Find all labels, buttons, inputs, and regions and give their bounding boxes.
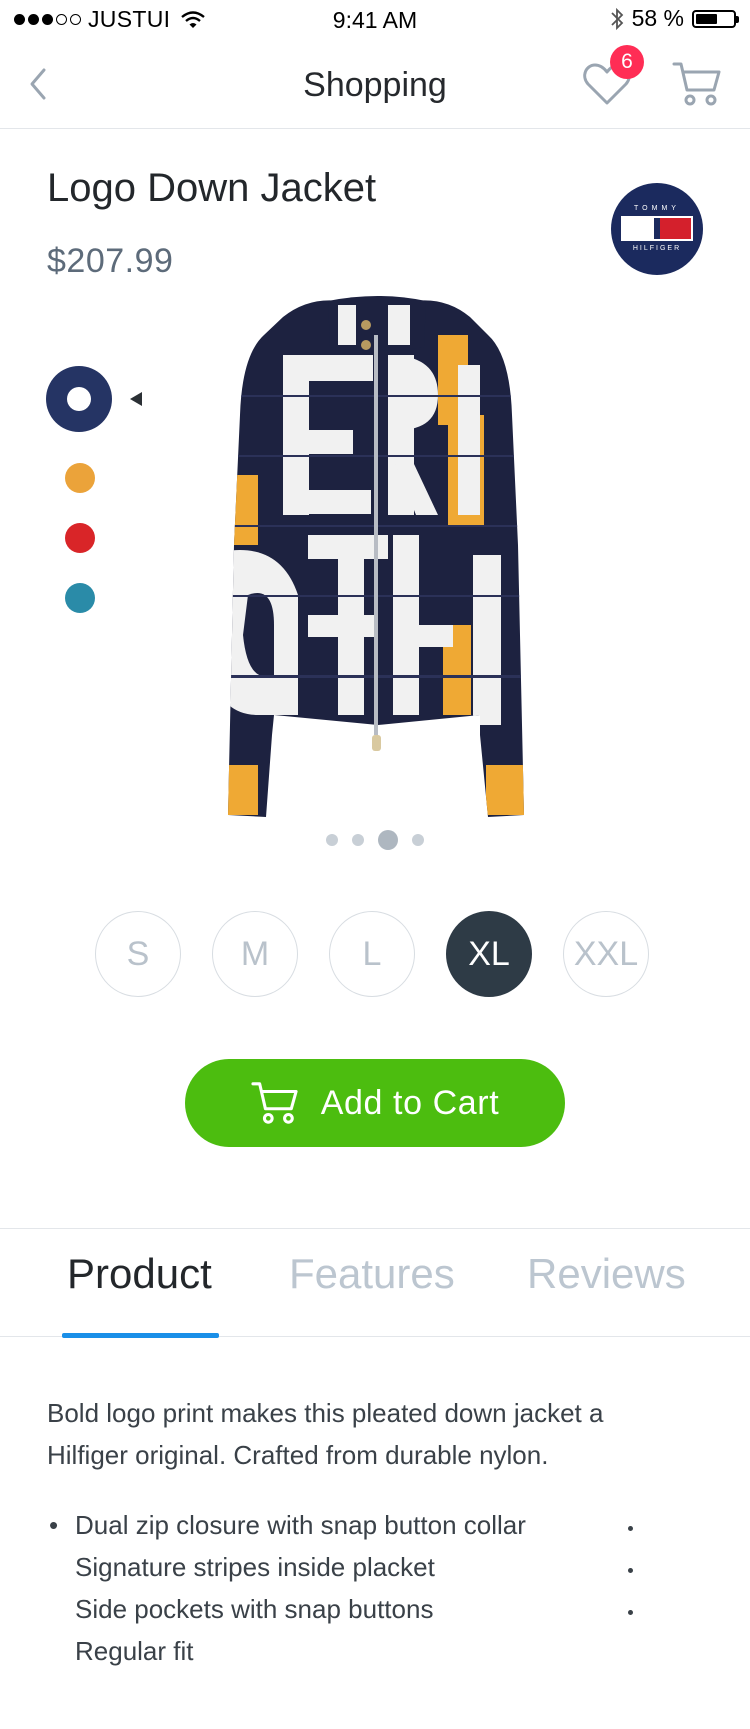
tab-reviews[interactable]: Reviews — [527, 1250, 686, 1298]
add-to-cart-button[interactable]: Add to Cart — [185, 1059, 565, 1147]
feature-list: • Dual zip closure with snap button coll… — [47, 1504, 647, 1672]
bullet-icon — [628, 1610, 633, 1615]
add-to-cart-label: Add to Cart — [320, 1083, 500, 1122]
brand-logo: TOMMY HILFIGER — [611, 183, 703, 275]
color-swatch-yellow[interactable] — [65, 463, 95, 493]
list-item-text: Regular fit — [75, 1636, 194, 1666]
tab-product[interactable]: Product — [67, 1250, 212, 1298]
list-item: • Dual zip closure with snap button coll… — [47, 1504, 647, 1546]
selected-ring — [67, 387, 91, 411]
cart-icon[interactable] — [672, 60, 722, 108]
product-title: Logo Down Jacket — [47, 166, 377, 210]
bullet-icon — [628, 1568, 633, 1573]
tab-features[interactable]: Features — [289, 1250, 455, 1298]
size-option-m[interactable]: M — [212, 911, 298, 997]
pager-dot[interactable] — [352, 834, 364, 846]
color-swatch-teal[interactable] — [65, 583, 95, 613]
list-item-text: Side pockets with snap buttons — [75, 1594, 434, 1624]
nav-bar: Shopping 6 — [0, 40, 750, 129]
product-description: Bold logo print makes this pleated down … — [47, 1398, 604, 1470]
product-price: $207.99 — [47, 242, 174, 280]
status-bar: JUSTUI 9:41 AM 58 % — [0, 0, 750, 40]
battery-percent: 58 % — [631, 5, 684, 31]
cart-icon — [251, 1082, 298, 1124]
size-option-xxl[interactable]: XXL — [563, 911, 649, 997]
list-item: Signature stripes inside placket — [47, 1546, 647, 1588]
pager-dot-active[interactable] — [378, 830, 398, 850]
color-swatch-red[interactable] — [65, 523, 95, 553]
size-option-xl[interactable]: XL — [446, 911, 532, 997]
product-image[interactable] — [188, 295, 563, 820]
size-option-s[interactable]: S — [95, 911, 181, 997]
list-item-text: Signature stripes inside placket — [75, 1552, 435, 1582]
active-tab-indicator — [62, 1333, 219, 1338]
list-item: Side pockets with snap buttons — [47, 1588, 647, 1630]
bluetooth-icon — [610, 7, 623, 30]
size-option-l[interactable]: L — [329, 911, 415, 997]
wishlist-count-badge: 6 — [610, 45, 644, 79]
list-item-text: Dual zip closure with snap button collar — [75, 1510, 526, 1540]
brand-logo-top-text: TOMMY — [634, 205, 680, 212]
bullet-icon — [628, 1526, 633, 1531]
battery-icon — [692, 9, 739, 28]
pager-dot[interactable] — [412, 834, 424, 846]
size-selector: S M L XL XXL — [95, 911, 649, 997]
list-item: Regular fit — [47, 1630, 647, 1672]
detail-tabs: Product Features Reviews — [0, 1228, 750, 1337]
battery-fill — [696, 13, 717, 24]
selected-indicator-icon — [130, 392, 142, 406]
brand-logo-bottom-text: HILFIGER — [632, 245, 682, 252]
pager-dot[interactable] — [326, 834, 338, 846]
image-pager — [0, 830, 750, 850]
brand-flag-icon — [621, 216, 693, 241]
bullet-icon: • — [49, 1510, 59, 1540]
status-right: 58 % — [610, 5, 739, 32]
color-swatch-navy[interactable] — [46, 366, 112, 432]
